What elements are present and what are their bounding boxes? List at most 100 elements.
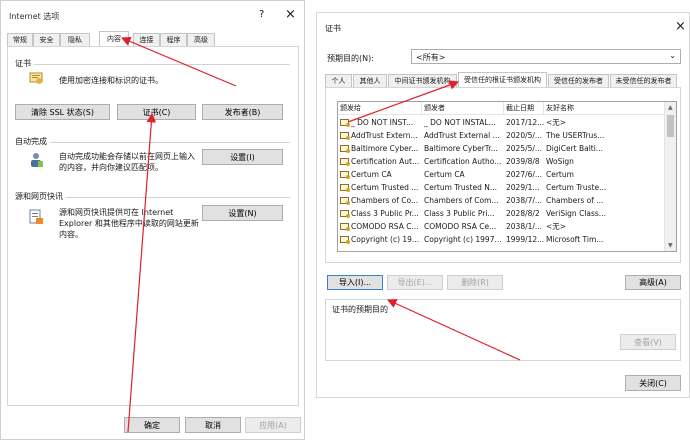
table-cell: WoSign bbox=[546, 157, 574, 166]
scroll-down-arrow-icon[interactable]: ▼ bbox=[668, 242, 673, 249]
table-cell: AddTrust Extern... bbox=[338, 129, 422, 142]
feeds-group-title: 源和网页快讯 bbox=[15, 191, 66, 202]
cert-shield-icon bbox=[29, 71, 43, 85]
purpose-select[interactable]: <所有> ⌄ bbox=[411, 49, 681, 64]
tab-programs[interactable]: 程序 bbox=[160, 33, 187, 46]
scroll-up-arrow-icon[interactable]: ▲ bbox=[668, 104, 673, 111]
table-cell: Class 3 Public Pr... bbox=[338, 207, 422, 220]
column-header-issued-by[interactable]: 颁发者 bbox=[422, 102, 504, 115]
table-cell: Chambers of Com... bbox=[424, 196, 499, 205]
feeds-settings-button[interactable]: 设置(N) bbox=[202, 205, 283, 221]
tab-other-people[interactable]: 其他人 bbox=[353, 74, 387, 87]
table-row[interactable]: Certification Aut... Certification Autho.… bbox=[338, 155, 664, 168]
column-header-expiration[interactable]: 截止日期 bbox=[504, 102, 544, 115]
table-cell: Certum CA bbox=[424, 170, 465, 179]
cert-group-title: 证书 bbox=[15, 58, 34, 69]
autocomplete-desc: 自动完成功能会存储以前在网页上输入的内容，并向你建议匹配项。 bbox=[59, 152, 195, 172]
table-cell: Certum Trusted N... bbox=[424, 183, 498, 192]
tab-content[interactable]: 内容 bbox=[99, 31, 129, 46]
dialog-title: Internet 选项 bbox=[9, 12, 60, 21]
publishers-button[interactable]: 发布者(B) bbox=[202, 104, 283, 120]
table-cell: 2028/8/2 bbox=[506, 209, 540, 218]
table-cell: 2027/6/... bbox=[506, 170, 543, 179]
table-cell: The USERTrus... bbox=[546, 131, 605, 140]
tab-untrusted-publishers[interactable]: 未受信任的发布者 bbox=[610, 74, 677, 87]
table-row[interactable]: AddTrust Extern... AddTrust External ... 2… bbox=[338, 129, 664, 142]
table-cell: Certum Trusted ... bbox=[338, 181, 422, 194]
autocomplete-settings-button[interactable]: 设置(I) bbox=[202, 149, 283, 165]
certificate-icon bbox=[340, 197, 350, 205]
chevron-down-icon: ⌄ bbox=[669, 51, 676, 60]
column-header-issued-to[interactable]: 颁发给 bbox=[338, 102, 422, 115]
table-cell: _ DO NOT INSTAL... bbox=[424, 118, 496, 127]
table-cell: 2038/7/... bbox=[506, 196, 543, 205]
cert-group-desc: 使用加密连接和标识的证书。 bbox=[59, 76, 163, 85]
table-row[interactable]: Chambers of Co... Chambers of Com... 2038/… bbox=[338, 194, 664, 207]
view-button[interactable]: 查看(V) bbox=[620, 334, 676, 350]
certificate-list[interactable]: 颁发给 颁发者 截止日期 友好名称 _ DO NOT INST... _ DO N… bbox=[337, 101, 677, 252]
table-cell: 2017/12... bbox=[506, 118, 544, 127]
tab-trusted-root-ca[interactable]: 受信任的根证书颁发机构 bbox=[458, 72, 547, 87]
tab-privacy[interactable]: 隐私 bbox=[60, 33, 90, 46]
table-cell: Copyright (c) 19... bbox=[338, 233, 422, 246]
table-cell: <无> bbox=[546, 222, 567, 231]
tab-general[interactable]: 常规 bbox=[7, 33, 33, 46]
table-row[interactable]: Certum CA Certum CA 2027/6/... Certum bbox=[338, 168, 664, 181]
table-row[interactable]: Copyright (c) 19... Copyright (c) 1997...… bbox=[338, 233, 664, 246]
feeds-icon bbox=[29, 209, 44, 225]
certificate-icon bbox=[340, 184, 350, 192]
purposes-group: 证书的预期目的 查看(V) bbox=[325, 299, 681, 361]
table-cell: Certum bbox=[546, 170, 574, 179]
table-cell: 2039/8/8 bbox=[506, 157, 540, 166]
close-icon[interactable]: × bbox=[285, 7, 296, 22]
certificate-icon bbox=[340, 236, 350, 244]
certificate-icon bbox=[340, 158, 350, 166]
tab-trusted-publishers[interactable]: 受信任的发布者 bbox=[548, 74, 609, 87]
apply-button[interactable]: 应用(A) bbox=[245, 417, 301, 433]
table-row[interactable]: COMODO RSA C... COMODO RSA Ce... 2038/1/..… bbox=[338, 220, 664, 233]
advanced-button[interactable]: 高级(A) bbox=[625, 275, 681, 290]
tab-connections[interactable]: 连接 bbox=[133, 33, 160, 46]
table-cell: Certification Autho... bbox=[424, 157, 502, 166]
tab-personal[interactable]: 个人 bbox=[325, 74, 352, 87]
help-button[interactable]: ? bbox=[259, 9, 264, 20]
close-icon[interactable]: × bbox=[675, 19, 686, 34]
cancel-button[interactable]: 取消 bbox=[185, 417, 241, 433]
clear-ssl-state-button[interactable]: 清除 SSL 状态(S) bbox=[15, 104, 110, 120]
group-divider bbox=[15, 142, 290, 143]
tab-advanced[interactable]: 高级 bbox=[187, 33, 215, 46]
export-button[interactable]: 导出(E)... bbox=[387, 275, 443, 290]
table-row[interactable]: Certum Trusted ... Certum Trusted N... 202… bbox=[338, 181, 664, 194]
table-cell: DigiCert Balti... bbox=[546, 144, 603, 153]
table-cell: 2020/5/... bbox=[506, 131, 543, 140]
table-cell: Certification Aut... bbox=[338, 155, 422, 168]
table-cell: Chambers of Co... bbox=[338, 194, 422, 207]
certificate-icon bbox=[340, 171, 350, 179]
table-header: 颁发给 颁发者 截止日期 友好名称 bbox=[338, 102, 666, 115]
table-cell: _ DO NOT INST... bbox=[338, 116, 422, 129]
tab-security[interactable]: 安全 bbox=[33, 33, 60, 46]
table-cell: 2025/5/... bbox=[506, 144, 543, 153]
scrollbar[interactable]: ▲ ▼ bbox=[664, 102, 676, 251]
close-button[interactable]: 关闭(C) bbox=[625, 375, 681, 391]
ok-button[interactable]: 确定 bbox=[124, 417, 180, 433]
certificate-icon bbox=[340, 119, 350, 127]
import-button[interactable]: 导入(I)... bbox=[327, 275, 383, 290]
certificate-icon bbox=[340, 210, 350, 218]
table-cell: Microsoft Tim... bbox=[546, 235, 604, 244]
certificates-button[interactable]: 证书(C) bbox=[117, 104, 196, 120]
table-cell: Baltimore Cyber... bbox=[338, 142, 422, 155]
table-row[interactable]: Baltimore Cyber... Baltimore CyberTr... 20… bbox=[338, 142, 664, 155]
remove-button[interactable]: 删除(R) bbox=[447, 275, 503, 290]
table-cell: Class 3 Public Pri... bbox=[424, 209, 495, 218]
table-cell: COMODO RSA C... bbox=[338, 220, 422, 233]
table-cell: Certum Truste... bbox=[546, 183, 607, 192]
tab-intermediate-ca[interactable]: 中间证书颁发机构 bbox=[388, 74, 457, 87]
table-cell: 2038/1/... bbox=[506, 222, 543, 231]
column-header-friendly-name[interactable]: 友好名称 bbox=[544, 102, 666, 115]
table-row[interactable]: Class 3 Public Pr... Class 3 Public Pri..… bbox=[338, 207, 664, 220]
scrollbar-thumb[interactable] bbox=[667, 115, 674, 137]
group-divider bbox=[15, 64, 290, 65]
table-cell: 2029/1... bbox=[506, 183, 540, 192]
table-row[interactable]: _ DO NOT INST... _ DO NOT INSTAL... 2017/1… bbox=[338, 116, 664, 129]
